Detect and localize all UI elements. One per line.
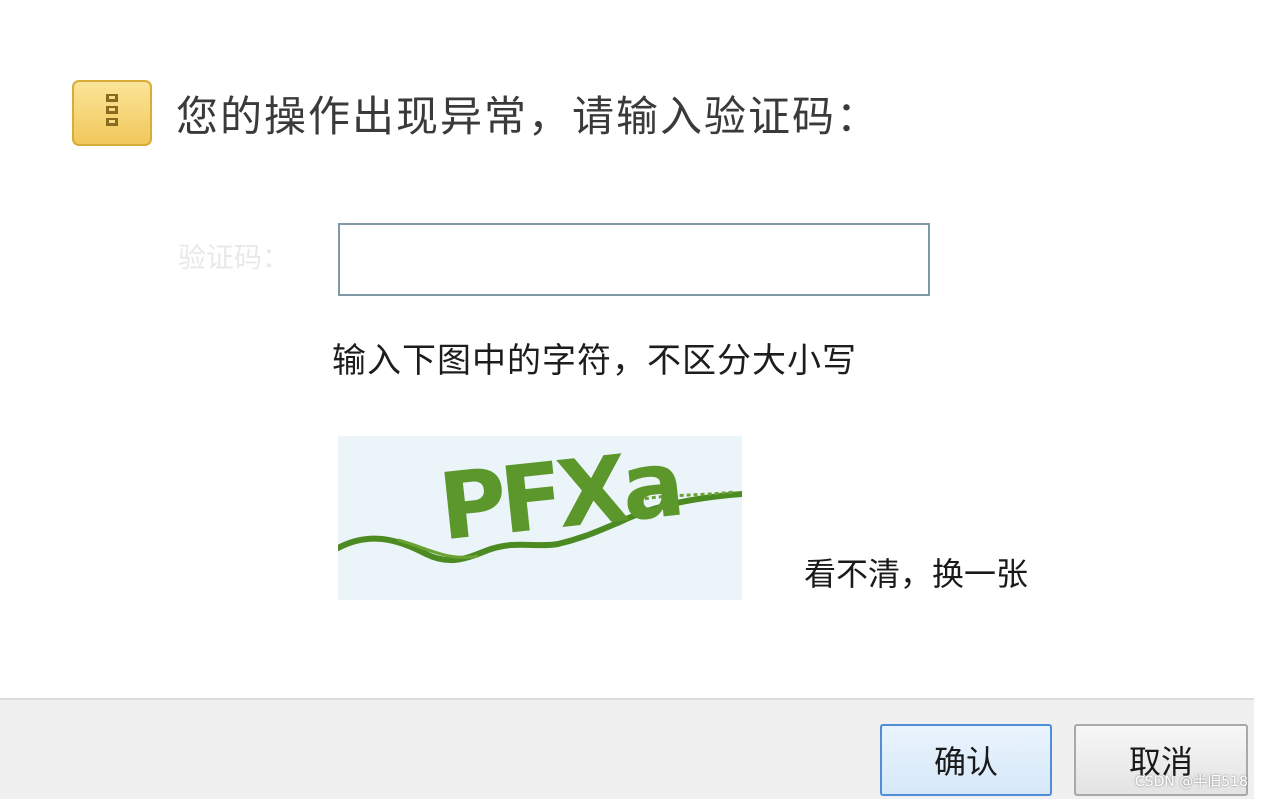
captcha-image: PFXa	[338, 436, 742, 600]
watermark: CSDN @半旧518	[1134, 774, 1248, 790]
captcha-input[interactable]	[338, 223, 930, 296]
code-label: 验证码：	[177, 241, 290, 274]
archive-icon	[72, 80, 152, 146]
captcha-hint: 输入下图中的字符，不区分大小写	[332, 341, 857, 381]
captcha-dialog: 您的操作出现异常，请输入验证码： 验证码： 输入下图中的字符，不区分大小写 PF…	[0, 0, 1262, 799]
confirm-button-label: 确认	[933, 743, 998, 781]
dialog-title: 您的操作出现异常，请输入验证码：	[176, 92, 881, 141]
confirm-button[interactable]: 确认	[880, 724, 1052, 796]
dialog-footer: 确认 取消	[0, 698, 1254, 799]
refresh-captcha-link[interactable]: 看不清，换一张	[804, 552, 1028, 596]
